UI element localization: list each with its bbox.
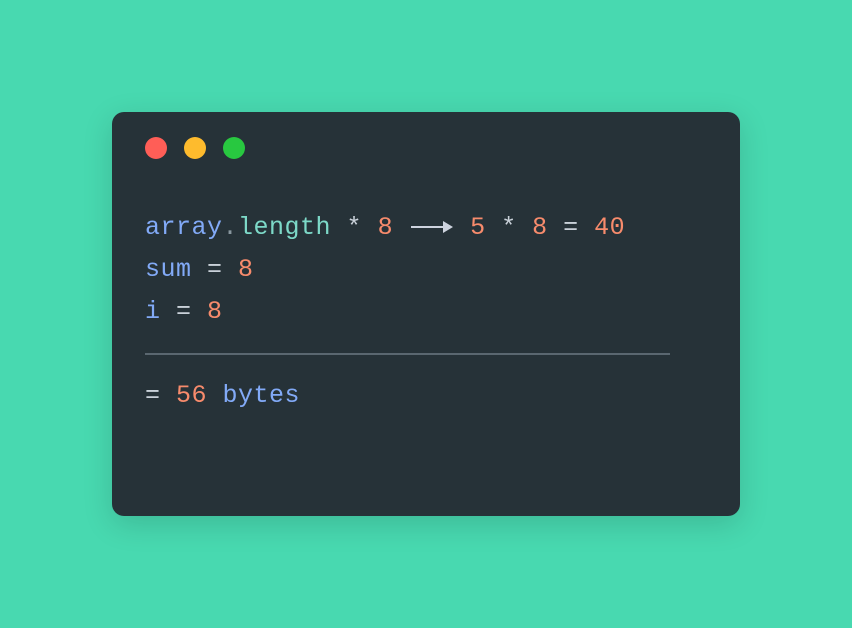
terminal-window: array.length * 8 5 * 8 = 40 sum = 8 i = …: [112, 112, 740, 516]
code-line-3: i = 8: [145, 291, 707, 333]
number-56: 56: [176, 381, 207, 410]
equals-op: =: [548, 213, 595, 242]
number-8-c: 8: [238, 255, 254, 284]
equals-op-3: =: [161, 297, 208, 326]
number-8-d: 8: [207, 297, 223, 326]
multiply-op: *: [331, 213, 378, 242]
multiply-op-2: *: [486, 213, 533, 242]
equals-op-2: =: [192, 255, 239, 284]
code-line-1: array.length * 8 5 * 8 = 40: [145, 207, 707, 249]
close-icon[interactable]: [145, 137, 167, 159]
number-40: 40: [594, 213, 625, 242]
variable-array: array: [145, 213, 223, 242]
minimize-icon[interactable]: [184, 137, 206, 159]
dot-operator: .: [223, 213, 239, 242]
unit-bytes: bytes: [207, 381, 300, 410]
number-5: 5: [470, 213, 486, 242]
window-controls: [145, 137, 707, 159]
variable-i: i: [145, 297, 161, 326]
divider-line: [145, 353, 670, 355]
code-content: array.length * 8 5 * 8 = 40 sum = 8 i = …: [145, 207, 707, 417]
variable-sum: sum: [145, 255, 192, 284]
number-8-b: 8: [532, 213, 548, 242]
number-8: 8: [378, 213, 394, 242]
maximize-icon[interactable]: [223, 137, 245, 159]
code-line-4: = 56 bytes: [145, 375, 707, 417]
code-line-2: sum = 8: [145, 249, 707, 291]
property-length: length: [238, 213, 331, 242]
equals-result: =: [145, 381, 176, 410]
